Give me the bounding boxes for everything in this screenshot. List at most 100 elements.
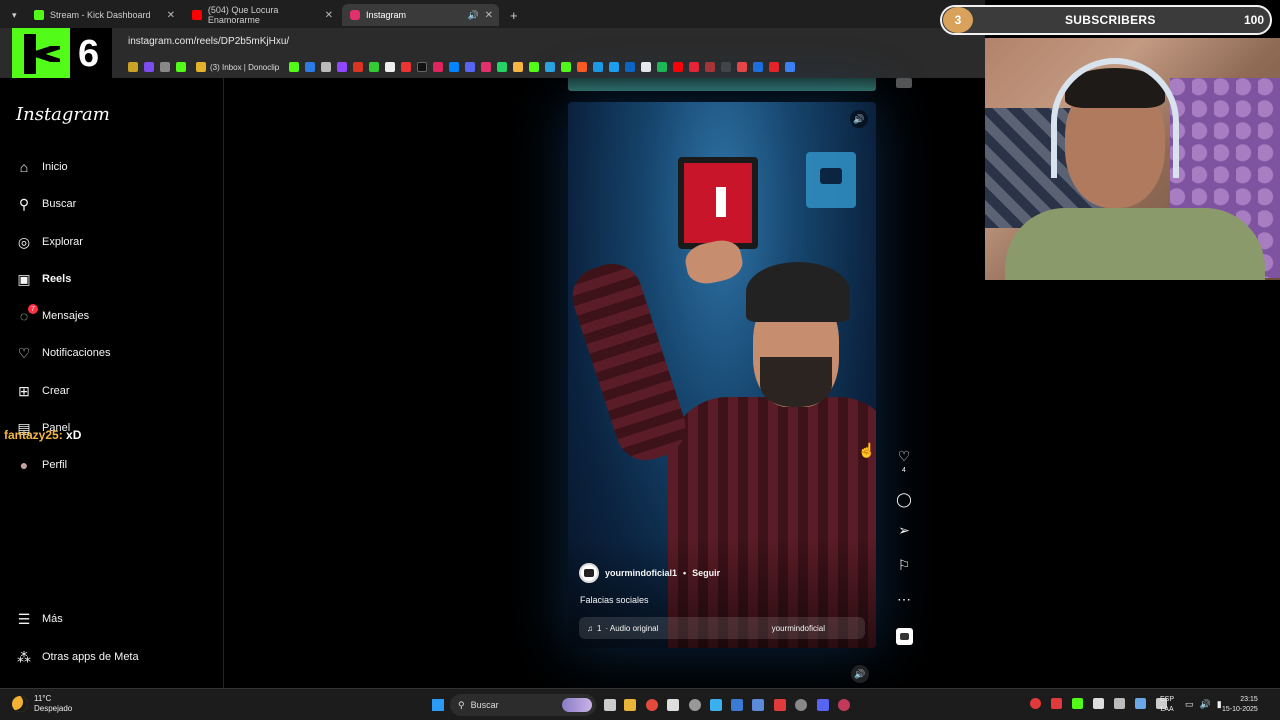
sidebar-item-otras-apps[interactable]: ⁂ Otras apps de Meta xyxy=(16,647,139,667)
taskbar-clock[interactable]: 23:15 15-10-2025 xyxy=(1222,695,1258,715)
bookmark-icon[interactable] xyxy=(417,62,428,72)
windows-start-icon[interactable] xyxy=(432,699,444,711)
bookmark-icon[interactable] xyxy=(625,62,636,72)
obs-icon[interactable] xyxy=(689,699,701,711)
bookmark-icon[interactable] xyxy=(657,62,668,72)
instagram-logo[interactable]: Instagram xyxy=(16,104,110,125)
bookmark-icon[interactable] xyxy=(641,62,652,72)
next-reel-mute-icon[interactable]: 🔊 xyxy=(851,665,869,683)
bookmark-icon[interactable] xyxy=(369,62,380,72)
bookmark-icon[interactable] xyxy=(128,62,138,72)
bookmark-icon[interactable] xyxy=(289,62,300,72)
weather-widget[interactable]: 11°C Despejado xyxy=(12,694,72,714)
bookmark-icon[interactable] xyxy=(321,62,332,72)
system-status-icons[interactable]: ▭ 🔊 ▮ xyxy=(1185,699,1222,710)
sidebar-item-explorar[interactable]: ◎ Explorar xyxy=(16,232,83,252)
app-icon[interactable] xyxy=(731,699,743,711)
bookmark-icon[interactable] xyxy=(401,62,412,72)
task-view-icon[interactable] xyxy=(604,699,616,711)
audio-playing-icon[interactable]: 🔊 xyxy=(468,10,479,21)
previous-reel-edge[interactable] xyxy=(568,78,876,91)
bookmark-icon[interactable] xyxy=(433,62,444,72)
save-button[interactable]: ⚐ xyxy=(894,557,914,574)
chrome-icon[interactable] xyxy=(646,699,658,711)
tray-icon[interactable] xyxy=(1135,698,1146,709)
app-icon[interactable] xyxy=(774,699,786,711)
close-tab-icon[interactable]: ✕ xyxy=(325,10,333,21)
bookmark-icon[interactable] xyxy=(385,62,396,72)
reel-caption[interactable]: Falacias sociales xyxy=(580,595,649,605)
audio-attribution[interactable]: ♫ 1 · Audio original yourmindoficial xyxy=(579,617,865,639)
bookmark-icon[interactable] xyxy=(593,62,604,72)
close-tab-icon[interactable]: ✕ xyxy=(167,10,175,21)
sidebar-item-notificaciones[interactable]: ♡ Notificaciones xyxy=(16,343,111,363)
like-button[interactable]: ♡ 4 xyxy=(894,448,914,474)
tab-list-button[interactable]: ▾ xyxy=(4,4,24,26)
bookmark-icon[interactable] xyxy=(497,62,508,72)
bookmark-icon[interactable] xyxy=(705,62,716,72)
author-username[interactable]: yourmindoficial1 xyxy=(605,568,677,578)
bookmark-icon[interactable] xyxy=(176,62,186,72)
presenter-arm xyxy=(568,256,694,468)
comment-button[interactable]: ◯ xyxy=(894,491,914,508)
follow-button[interactable]: Seguir xyxy=(692,568,720,578)
new-tab-button[interactable]: + xyxy=(502,4,526,26)
app-icon[interactable] xyxy=(838,699,850,711)
mute-toggle-icon[interactable]: 🔊 xyxy=(850,110,868,128)
file-explorer-icon[interactable] xyxy=(624,699,636,711)
bookmark-icon[interactable] xyxy=(673,62,684,72)
discord-icon[interactable] xyxy=(817,699,829,711)
bookmark-icon[interactable] xyxy=(481,62,492,72)
bookmark-icon[interactable] xyxy=(737,62,748,72)
bookmark-icon[interactable] xyxy=(449,62,460,72)
bookmark-icon[interactable] xyxy=(513,62,524,72)
bookmark-icon[interactable] xyxy=(769,62,780,72)
more-options-button[interactable]: ⋯ xyxy=(894,591,914,608)
bookmark-icon[interactable] xyxy=(353,62,364,72)
bookmark-icon[interactable] xyxy=(609,62,620,72)
steam-icon[interactable] xyxy=(752,699,764,711)
bookmark-icon[interactable] xyxy=(753,62,764,72)
bookmark-icon[interactable] xyxy=(160,62,170,72)
input-language[interactable]: ESP LAA xyxy=(1160,695,1174,715)
bookmark-icon[interactable] xyxy=(529,62,540,72)
tray-icon[interactable] xyxy=(1114,698,1125,709)
bookmark-icon[interactable] xyxy=(305,62,316,72)
reel-video[interactable]: 🔊 yourmindoficial1 • Seguir Falacias soc… xyxy=(568,102,876,648)
tray-icon[interactable] xyxy=(1030,698,1041,709)
tray-icon[interactable] xyxy=(1051,698,1062,709)
tab-kick-dashboard[interactable]: Stream - Kick Dashboard ✕ xyxy=(26,4,181,26)
sidebar-item-buscar[interactable]: ⚲ Buscar xyxy=(16,194,76,214)
bookmark-icon[interactable] xyxy=(337,62,348,72)
bookmark-icon[interactable] xyxy=(144,62,154,72)
bookmark-icon[interactable] xyxy=(561,62,572,72)
sidebar-item-perfil[interactable]: ● Perfil xyxy=(16,455,67,475)
bookmark-icon[interactable] xyxy=(721,62,732,72)
sidebar-item-crear[interactable]: ⊞ Crear xyxy=(16,381,69,401)
close-tab-icon[interactable]: ✕ xyxy=(485,10,493,21)
app-icon[interactable] xyxy=(667,699,679,711)
tab-instagram[interactable]: Instagram 🔊 ✕ xyxy=(342,4,499,26)
bookmark-icon[interactable] xyxy=(465,62,476,72)
sidebar-item-inicio[interactable]: ⌂ Inicio xyxy=(16,157,68,177)
bookmark-icon[interactable] xyxy=(785,62,796,72)
tray-icon[interactable] xyxy=(1093,698,1104,709)
tab-youtube[interactable]: (504) Que Locura Enamorarme ✕ xyxy=(184,4,339,26)
meta-icon: ⁂ xyxy=(17,648,31,665)
sidebar-item-reels[interactable]: ▣ Reels xyxy=(16,269,71,289)
app-icon[interactable] xyxy=(795,699,807,711)
audio-avatar[interactable] xyxy=(896,628,913,645)
bookmark-icon[interactable] xyxy=(577,62,588,72)
url-field[interactable]: instagram.com/reels/DP2b5mKjHxu/ xyxy=(128,36,289,47)
bookmark-icon[interactable] xyxy=(689,62,700,72)
share-button[interactable]: ➢ xyxy=(894,522,914,539)
app-icon[interactable] xyxy=(710,699,722,711)
previous-reel-avatar[interactable] xyxy=(896,78,912,88)
bookmark-icon[interactable] xyxy=(545,62,556,72)
sidebar-item-mensajes[interactable]: ◌ 7 Mensajes xyxy=(16,304,89,326)
tray-icon[interactable] xyxy=(1072,698,1083,709)
bookmark-inbox[interactable]: (3) Inbox | Donoclip xyxy=(196,62,279,72)
author-avatar[interactable] xyxy=(579,563,599,583)
sidebar-item-mas[interactable]: ☰ Más xyxy=(16,609,63,629)
taskbar-search[interactable]: ⚲ Buscar xyxy=(450,694,596,716)
